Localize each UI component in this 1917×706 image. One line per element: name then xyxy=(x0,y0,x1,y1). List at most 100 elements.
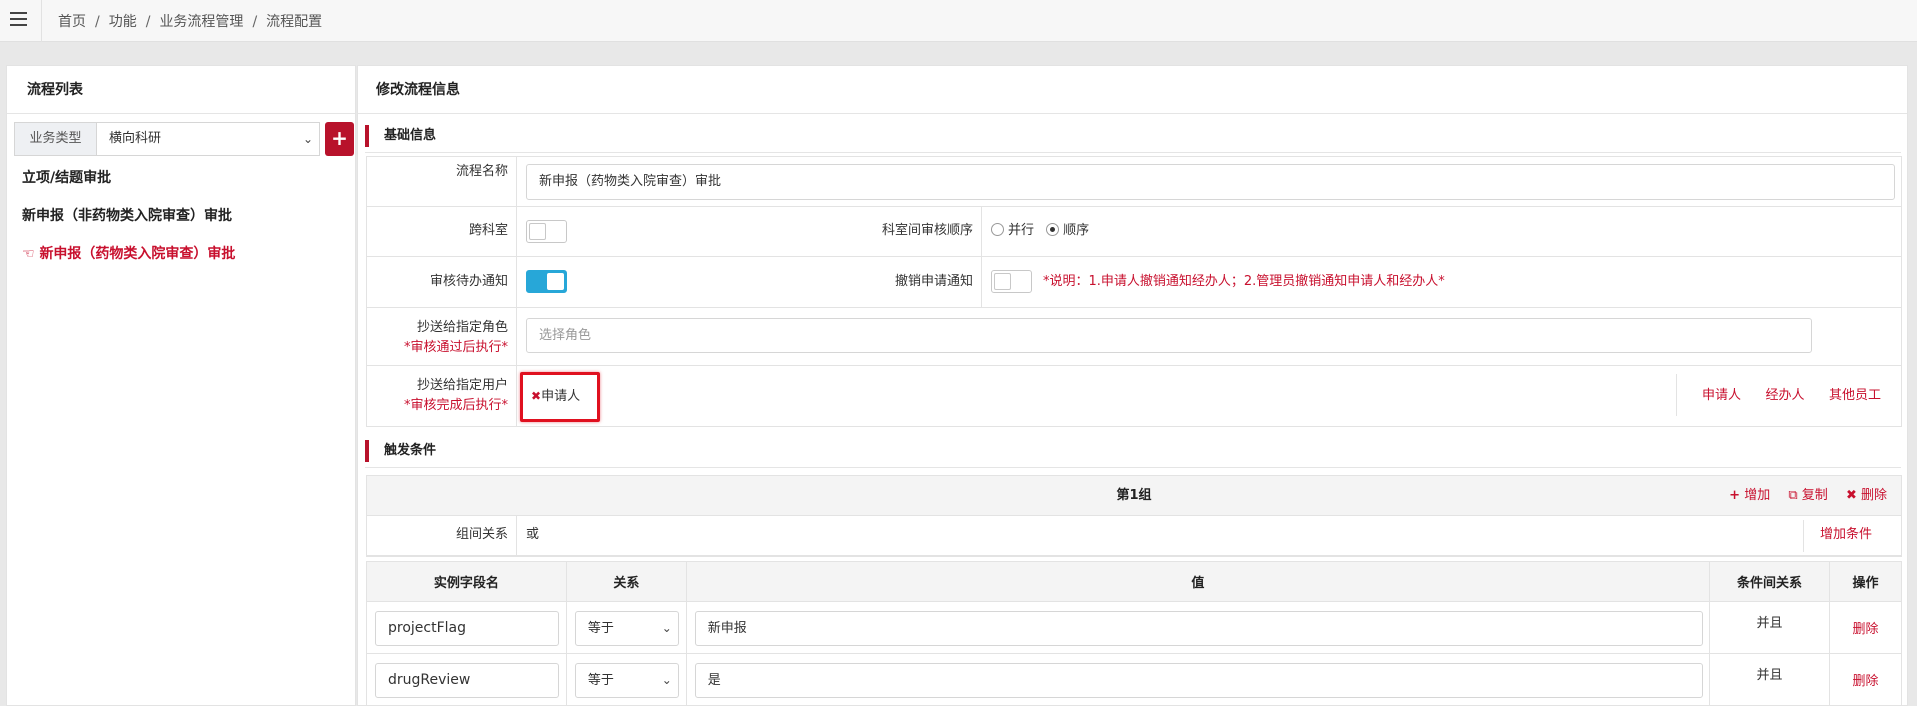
delete-group-button[interactable]: ✖ 删除 xyxy=(1846,488,1887,503)
condition-table-header: 实例字段名 关系 值 条件间关系 操作 xyxy=(366,561,1902,602)
group-relation-label: 组间关系 xyxy=(367,516,517,555)
selected-user-tag[interactable]: ✖申请人 xyxy=(531,385,580,404)
flow-name-row: 流程名称 新申报（药物类入院审查）审批 xyxy=(367,157,1901,207)
group-relation-row: 组间关系 或 增加条件 xyxy=(367,516,1901,556)
field-name-input[interactable]: drugReview xyxy=(375,663,559,698)
delete-row-link[interactable]: 删除 xyxy=(1852,622,1878,637)
trigger-section-title: 触发条件 xyxy=(365,440,436,462)
breadcrumb-home[interactable]: 首页 xyxy=(58,14,86,30)
pending-notify-label: 审核待办通知 xyxy=(367,257,517,307)
col-action: 操作 xyxy=(1829,561,1902,602)
value-input[interactable]: 新申报 xyxy=(694,611,1703,646)
cc-role-select[interactable]: 选择角色 xyxy=(526,318,1812,353)
breadcrumb-flow-config: 流程配置 xyxy=(266,14,323,30)
flow-item-drug-label: 新申报（药物类入院审查）审批 xyxy=(39,246,236,262)
delete-row-link-cell: 删除 xyxy=(1829,653,1902,706)
delete-row-link[interactable]: 删除 xyxy=(1852,674,1878,689)
add-flow-button[interactable]: + xyxy=(325,122,354,156)
cross-dept-label: 跨科室 xyxy=(367,207,517,256)
plus-icon: + xyxy=(1729,488,1741,503)
cc-role-row: 抄送给指定角色 *审核通过后执行* 选择角色 xyxy=(367,308,1901,366)
add-handler-link[interactable]: 经办人 xyxy=(1765,388,1804,403)
edit-flow-title: 修改流程信息 xyxy=(358,66,1907,114)
basic-info-form: 流程名称 新申报（药物类入院审查）审批 跨科室 科室间审核顺序 并行 顺序 审核… xyxy=(366,156,1902,427)
copy-group-button[interactable]: ⧉ 复制 xyxy=(1788,488,1827,503)
cc-user-quick-links: 申请人 经办人 其他员工 xyxy=(1702,366,1881,425)
field-name-input[interactable]: projectFlag xyxy=(375,611,559,646)
breadcrumb-business-flow[interactable]: 业务流程管理 xyxy=(159,14,243,30)
relation-select[interactable]: 等于 ⌄ xyxy=(574,611,679,646)
condition-group-title: 第1组 xyxy=(1116,488,1152,503)
breadcrumb: 首页 / 功能 / 业务流程管理 / 流程配置 xyxy=(58,14,323,30)
selected-user-highlight: ✖申请人 xyxy=(520,372,600,422)
group-relation-value: 或 xyxy=(526,527,540,542)
col-value: 值 xyxy=(685,561,1711,602)
cc-user-row: 抄送给指定用户 *审核完成后执行* ✖申请人 申请人 经办人 其他员工 xyxy=(367,366,1901,426)
divider xyxy=(41,0,42,42)
cc-user-required-note: *审核完成后执行* xyxy=(403,398,508,413)
notify-row: 审核待办通知 撤销申请通知 *说明：1.申请人撤销通知经办人；2.管理员撤销通知… xyxy=(367,257,1901,308)
revoke-notify-label: 撤销申请通知 xyxy=(857,257,982,307)
top-bar: 首页 / 功能 / 业务流程管理 / 流程配置 xyxy=(0,0,1917,42)
logic-cell: 并且 xyxy=(1709,653,1830,706)
menu-icon[interactable] xyxy=(10,12,27,26)
cross-dept-toggle[interactable] xyxy=(526,220,567,243)
cc-role-label: 抄送给指定角色 xyxy=(416,320,508,335)
add-group-button[interactable]: + 增加 xyxy=(1729,488,1770,503)
col-relation: 关系 xyxy=(565,561,687,602)
divider xyxy=(1803,520,1804,552)
close-icon: ✖ xyxy=(1845,488,1857,503)
radio-parallel[interactable]: 并行 xyxy=(991,223,1034,238)
pending-notify-toggle[interactable] xyxy=(526,270,567,293)
cc-role-label-cell: 抄送给指定角色 *审核通过后执行* xyxy=(367,308,517,365)
hand-pointer-icon: ☜ xyxy=(22,246,35,262)
cc-user-label: 抄送给指定用户 xyxy=(416,378,508,393)
business-type-value: 横向科研 xyxy=(109,131,162,146)
flow-item-drug[interactable]: ☜ 新申报（药物类入院审查）审批 xyxy=(22,242,235,280)
radio-sequential[interactable]: 顺序 xyxy=(1046,223,1089,238)
delete-row-link-cell: 删除 xyxy=(1829,601,1902,654)
breadcrumb-function[interactable]: 功能 xyxy=(109,14,137,30)
table-row: projectFlag 等于 ⌄ 新申报 并且 删除 xyxy=(366,601,1902,654)
flow-name-input[interactable]: 新申报（药物类入院审查）审批 xyxy=(526,164,1895,200)
flow-item-non-drug[interactable]: 新申报（非药物类入院审查）审批 xyxy=(22,204,235,242)
business-type-label: 业务类型 xyxy=(14,122,96,156)
cc-user-label-cell: 抄送给指定用户 *审核完成后执行* xyxy=(367,366,517,426)
table-row: drugReview 等于 ⌄ 是 并且 删除 xyxy=(366,653,1902,706)
flow-list-title: 流程列表 xyxy=(7,66,355,114)
edit-flow-panel: 修改流程信息 基础信息 流程名称 新申报（药物类入院审查）审批 跨科室 科室间审… xyxy=(357,65,1908,706)
add-applicant-link[interactable]: 申请人 xyxy=(1702,388,1741,403)
dept-order-radio-group: 并行 顺序 xyxy=(982,207,1902,256)
divider xyxy=(365,467,1901,468)
condition-table: 实例字段名 关系 值 条件间关系 操作 projectFlag 等于 ⌄ 新申报 … xyxy=(366,561,1902,706)
selected-user-tag-label: 申请人 xyxy=(541,389,581,404)
business-type-select[interactable]: 横向科研 ⌄ xyxy=(96,122,320,156)
add-other-staff-link[interactable]: 其他员工 xyxy=(1829,388,1881,403)
divider xyxy=(365,152,1901,153)
condition-group-actions: + 增加 ⧉ 复制 ✖ 删除 xyxy=(1715,476,1887,516)
flow-name-label: 流程名称 xyxy=(367,157,517,206)
value-input[interactable]: 是 xyxy=(694,663,1703,698)
cc-role-required-note: *审核通过后执行* xyxy=(403,340,508,355)
chevron-down-icon: ⌄ xyxy=(661,621,672,635)
copy-icon: ⧉ xyxy=(1788,488,1798,503)
add-condition-link[interactable]: 增加条件 xyxy=(1820,516,1872,554)
revoke-notify-toggle[interactable] xyxy=(991,270,1032,293)
dept-order-label: 科室间审核顺序 xyxy=(857,207,982,256)
logic-cell: 并且 xyxy=(1709,601,1830,654)
flow-item-project-review[interactable]: 立项/结题审批 xyxy=(22,166,235,204)
relation-select[interactable]: 等于 ⌄ xyxy=(574,663,679,698)
cross-dept-row: 跨科室 科室间审核顺序 并行 顺序 xyxy=(367,207,1901,257)
divider xyxy=(1676,374,1677,416)
condition-group: 第1组 + 增加 ⧉ 复制 ✖ 删除 组间关系 或 增加条件 xyxy=(366,475,1902,557)
col-logic: 条件间关系 xyxy=(1709,561,1830,602)
flow-list: 立项/结题审批 新申报（非药物类入院审查）审批 ☜ 新申报（药物类入院审查）审批 xyxy=(22,166,235,280)
condition-group-header: 第1组 + 增加 ⧉ 复制 ✖ 删除 xyxy=(367,476,1901,516)
remove-tag-icon[interactable]: ✖ xyxy=(531,389,541,403)
chevron-down-icon: ⌄ xyxy=(661,673,672,687)
flow-list-panel: 流程列表 业务类型 横向科研 ⌄ + 立项/结题审批 新申报（非药物类入院审查）… xyxy=(6,65,356,706)
revoke-note-text: *说明：1.申请人撤销通知经办人；2.管理员撤销通知申请人和经办人* xyxy=(1043,274,1445,289)
basic-info-section-title: 基础信息 xyxy=(365,125,436,147)
col-field-name: 实例字段名 xyxy=(366,561,567,602)
chevron-down-icon: ⌄ xyxy=(302,132,313,146)
